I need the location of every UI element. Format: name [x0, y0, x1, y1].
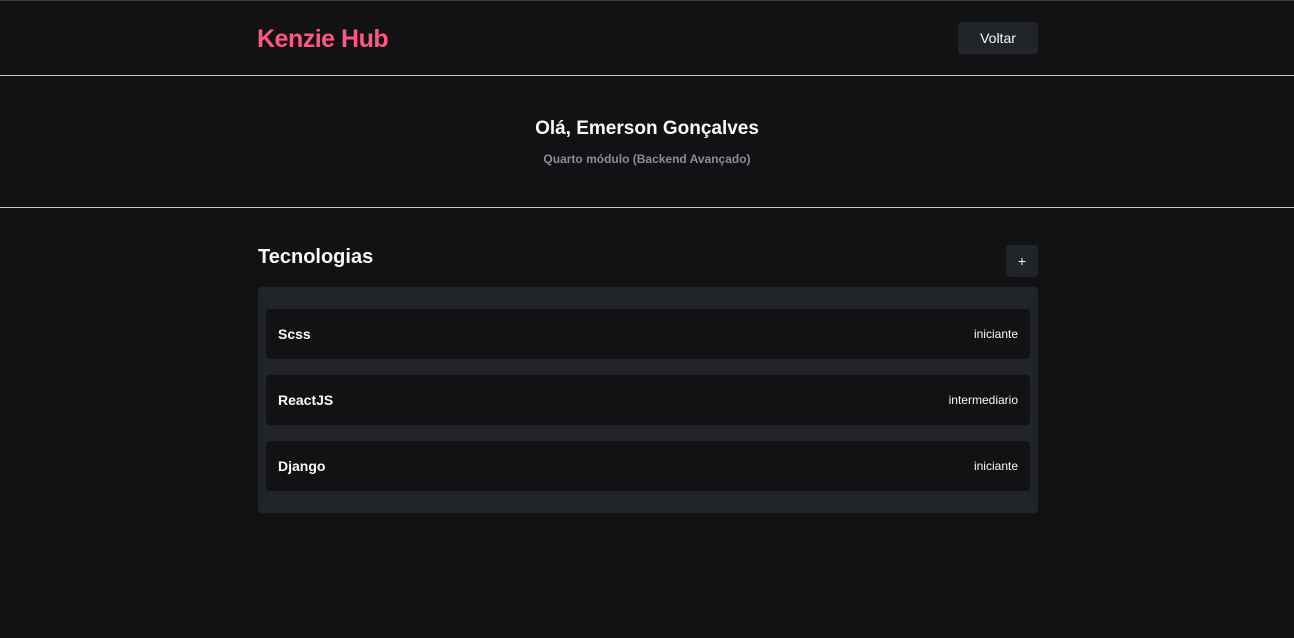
technology-name: Scss	[278, 326, 311, 342]
technology-status: iniciante	[973, 327, 1018, 341]
back-button[interactable]: Voltar	[958, 22, 1038, 54]
technologies-title: Tecnologias	[258, 246, 374, 268]
technology-name: ReactJS	[278, 392, 334, 408]
technology-item-django[interactable]: Django iniciante	[266, 441, 1030, 491]
logo: Kenzie Hub	[257, 25, 389, 53]
greeting-title: Olá, Emerson Gonçalves	[535, 118, 759, 139]
technology-item-scss[interactable]: Scss iniciante	[266, 309, 1030, 359]
user-greeting-section: Olá, Emerson Gonçalves Quarto módulo (Ba…	[0, 76, 1294, 208]
technology-name: Django	[278, 458, 326, 474]
dashboard-page: Kenzie Hub Voltar Olá, Emerson Gonçalves…	[0, 0, 1294, 638]
technology-status: intermediario	[948, 393, 1018, 407]
header: Kenzie Hub Voltar	[0, 1, 1294, 76]
user-module: Quarto módulo (Backend Avançado)	[543, 152, 751, 166]
add-technology-button[interactable]: +	[1006, 245, 1038, 277]
technology-status: iniciante	[973, 459, 1018, 473]
technology-list: Scss iniciante ReactJS intermediario Dja…	[258, 287, 1038, 513]
technology-item-reactjs[interactable]: ReactJS intermediario	[266, 375, 1030, 425]
